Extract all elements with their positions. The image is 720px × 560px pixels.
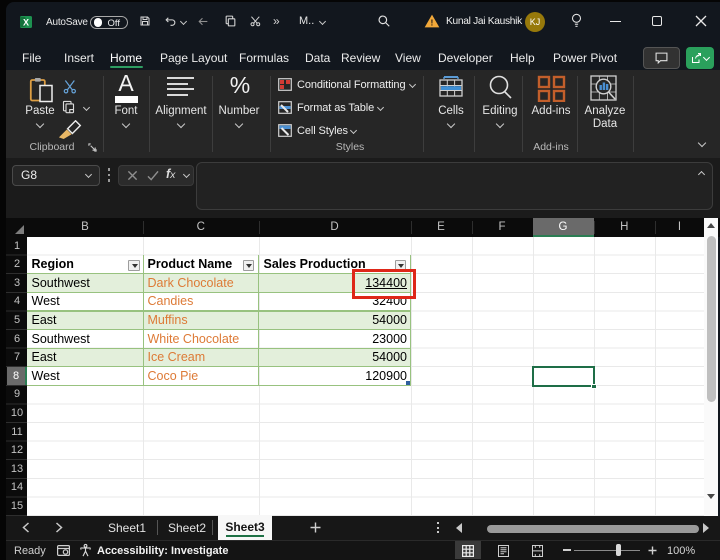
svg-text:!: ! <box>431 17 434 27</box>
svg-text:X: X <box>23 17 29 27</box>
